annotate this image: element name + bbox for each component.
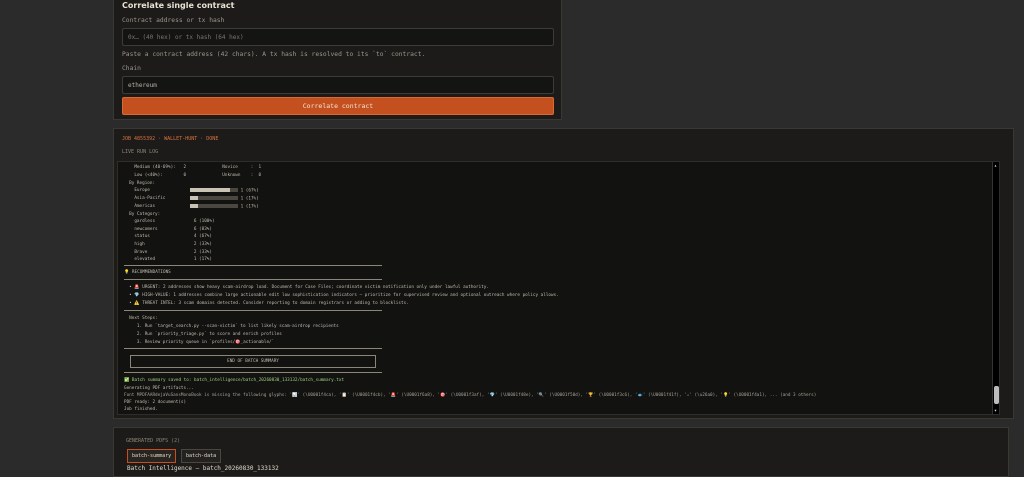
log-line: high 2 (33%) [124, 242, 212, 247]
log-line: Job finished. [124, 407, 158, 412]
log-line: PDF ready: 2 document(s) [124, 400, 187, 405]
pdfs-title: GENERATED PDFS (2) [126, 438, 181, 444]
log-line: Americas [124, 204, 156, 209]
log-line: Brave 2 (33%) [124, 250, 212, 255]
log-line: Asia-Pacific [124, 196, 166, 201]
recommendation-high-value: • 💎 HIGH-VALUE: 1 addresses combine larg… [124, 293, 559, 298]
log-line: status 4 (67%) [124, 234, 212, 239]
summary-saved-line: ✅ Batch summary saved to: batch_intellig… [124, 378, 345, 383]
run-log[interactable]: Medium (40-69%): 2 Novice : 1 Low (<40%)… [117, 161, 1000, 415]
region-count: 1 (17%) [240, 196, 259, 202]
log-line: Europe [124, 188, 150, 193]
next-step: 3. Review priority queue in `profiles/🎯_… [124, 340, 275, 345]
scroll-down-icon[interactable]: ▾ [994, 408, 997, 414]
log-scrollbar[interactable] [992, 162, 999, 414]
next-step: 1. Run `target_search.py --scan-victim` … [124, 324, 339, 329]
log-line: By Category: [124, 212, 161, 217]
log-line: Generating PDF artifacts... [124, 386, 194, 391]
log-line: By Region: [124, 181, 156, 186]
region-count: 1 (17%) [240, 204, 259, 210]
chain-value: ethereum [128, 82, 157, 89]
end-banner: END OF BATCH SUMMARY [227, 359, 279, 364]
region-bar [190, 196, 238, 200]
font-warning-line: Font MPDFAARdejaVuSansMonoBook is missin… [124, 393, 817, 398]
log-divider [124, 310, 382, 311]
correlate-title: Correlate single contract [122, 1, 235, 10]
region-bar-row: 1 (67%) [190, 188, 259, 194]
log-divider [124, 265, 382, 266]
recommendation-urgent: • 🚨 URGENT: 2 addresses show heavy scam-… [124, 285, 489, 290]
chain-label: Chain [122, 65, 141, 72]
address-placeholder: 0x… (40 hex) or tx hash (64 hex) [128, 34, 244, 41]
next-steps-title: Next Steps: [124, 316, 158, 321]
address-input[interactable]: 0x… (40 hex) or tx hash (64 hex) [122, 28, 554, 46]
tab-batch-data[interactable]: batch-data [181, 449, 222, 463]
log-line: gardless 6 (100%) [124, 219, 215, 224]
scroll-up-icon[interactable]: ▴ [994, 163, 997, 169]
chain-select[interactable]: ethereum [122, 76, 554, 94]
region-bar [190, 204, 238, 208]
region-bar-row: 1 (17%) [190, 196, 259, 202]
log-line: elevated 1 (17%) [124, 257, 212, 262]
log-divider [124, 372, 382, 373]
address-hint: Paste a contract address (42 chars). A t… [122, 51, 426, 58]
next-step: 2. Run `priority_triage.py` to score and… [124, 332, 282, 337]
correlate-button[interactable]: Correlate contract [122, 97, 554, 115]
log-divider [124, 279, 382, 280]
log-line: Low (<40%): 0 Unknown : 0 [124, 173, 262, 178]
recommendation-threat: • ⚠️ THREAT INTEL: 3 scam domains detect… [124, 301, 409, 306]
address-label: Contract address or tx hash [122, 17, 225, 24]
log-line: newcomers 6 (83%) [124, 227, 212, 232]
log-line: Medium (40-69%): 2 Novice : 1 [124, 165, 262, 170]
region-bar-row: 1 (17%) [190, 204, 259, 210]
scroll-thumb[interactable] [994, 386, 999, 404]
region-bar [190, 188, 238, 192]
region-count: 1 (67%) [240, 188, 259, 194]
tab-batch-summary[interactable]: batch-summary [127, 449, 177, 463]
recommendations-title: 💡 RECOMMENDATIONS [124, 270, 171, 275]
job-status: JOB 4855392 · WALLET-HUNT · DONE [122, 136, 219, 142]
log-title: LIVE RUN LOG [122, 149, 159, 155]
log-divider [124, 348, 382, 349]
